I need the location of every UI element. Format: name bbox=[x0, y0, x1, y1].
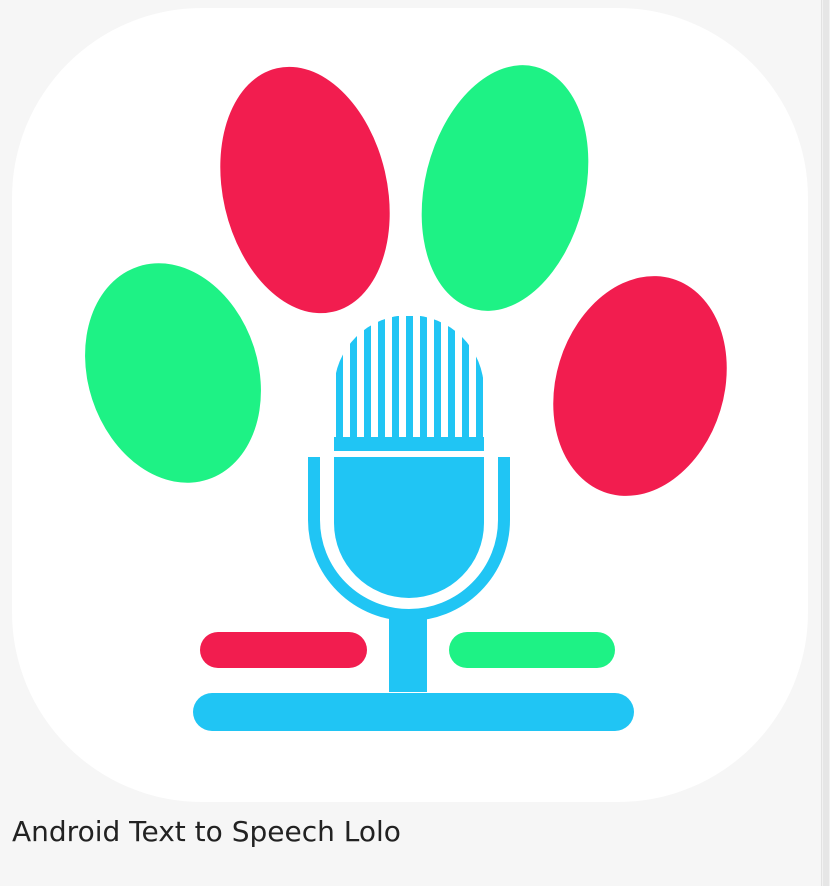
scrollbar-thumb[interactable] bbox=[823, 0, 829, 886]
app-title-caption[interactable]: Android Text to Speech Lolo bbox=[12, 812, 401, 852]
app-listing-page: Android Text to Speech Lolo bbox=[0, 0, 830, 886]
left-bar bbox=[200, 632, 367, 668]
paw-pad-left bbox=[85, 263, 261, 483]
microphone-grille bbox=[334, 315, 484, 451]
microphone-body bbox=[334, 457, 484, 598]
right-bar bbox=[449, 632, 615, 668]
paw-pad-right bbox=[553, 276, 727, 496]
microphone-base bbox=[193, 693, 634, 731]
microphone-stand bbox=[389, 612, 427, 692]
paw-microphone-icon bbox=[85, 65, 727, 731]
paw-pad-top-left bbox=[220, 66, 390, 314]
paw-pad-top-right bbox=[421, 65, 589, 311]
vertical-scrollbar[interactable] bbox=[821, 0, 830, 886]
